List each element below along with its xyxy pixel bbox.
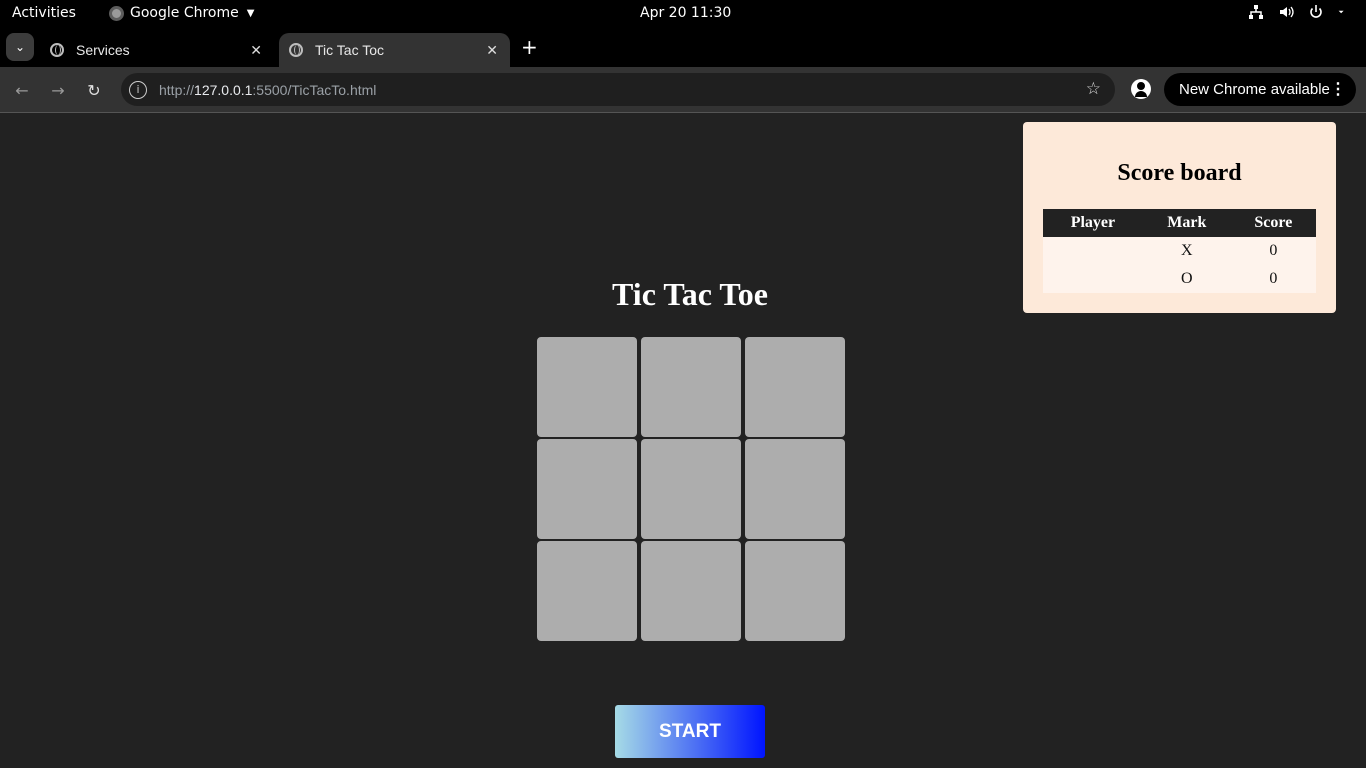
url-host: 127.0.0.1: [194, 81, 253, 98]
reload-button[interactable]: ↻: [83, 79, 105, 101]
player-score: 0: [1230, 265, 1316, 293]
scoreboard: Score board Player Mark Score X 0 O 0: [1023, 122, 1336, 313]
table-row: O 0: [1043, 265, 1316, 293]
board-cell[interactable]: [745, 337, 845, 437]
url-path: :5500/TicTacTo.html: [252, 81, 377, 98]
bookmark-star-icon[interactable]: ☆: [1086, 79, 1101, 99]
close-icon[interactable]: ✕: [486, 42, 498, 59]
board-cell[interactable]: [641, 337, 741, 437]
column-header-mark: Mark: [1142, 209, 1231, 237]
browser-toolbar: ← → ↻ i http://127.0.0.1:5500/TicTacTo.h…: [0, 67, 1366, 113]
power-icon: [1310, 5, 1322, 18]
globe-icon: [50, 43, 64, 57]
tab-title: Services: [76, 42, 130, 58]
game-board: [537, 337, 847, 643]
close-icon[interactable]: ✕: [250, 42, 262, 59]
back-button[interactable]: ←: [11, 79, 33, 101]
system-tray[interactable]: [1248, 4, 1348, 20]
tab-search-button[interactable]: ⌄: [6, 33, 34, 61]
globe-icon: [289, 43, 303, 57]
player-score: 0: [1230, 237, 1316, 265]
app-menu-label: Google Chrome: [130, 5, 239, 21]
player-mark: X: [1142, 237, 1231, 265]
board-cell[interactable]: [537, 337, 637, 437]
chevron-down-icon: [1338, 10, 1344, 14]
start-button[interactable]: START: [615, 705, 765, 758]
clock[interactable]: Apr 20 11:30: [640, 5, 731, 21]
chrome-icon: [109, 5, 124, 21]
url-scheme: http://: [159, 81, 195, 98]
board-cell[interactable]: [537, 541, 637, 641]
column-header-score: Score: [1230, 209, 1316, 237]
volume-icon: [1280, 6, 1294, 18]
player-name: [1043, 237, 1143, 265]
tab-tic-tac-toc[interactable]: Tic Tac Toc ✕: [279, 33, 510, 67]
app-menu[interactable]: Google Chrome ▼: [109, 5, 254, 21]
update-label: New Chrome available: [1179, 81, 1330, 98]
system-top-bar: Activities Google Chrome ▼ Apr 20 11:30: [0, 0, 1366, 27]
activities-button[interactable]: Activities: [12, 5, 76, 21]
more-menu-icon[interactable]: ⋮: [1330, 79, 1346, 99]
network-icon: [1249, 5, 1263, 19]
site-info-icon[interactable]: i: [129, 80, 147, 99]
board-cell[interactable]: [537, 439, 637, 539]
profile-avatar-icon[interactable]: [1131, 79, 1151, 99]
url-text[interactable]: http://127.0.0.1:5500/TicTacTo.html: [159, 82, 376, 98]
new-chrome-available-button[interactable]: New Chrome available ⋮: [1164, 73, 1356, 106]
score-table: Player Mark Score X 0 O 0: [1043, 209, 1316, 293]
tab-strip: ⌄ Services ✕ Tic Tac Toc ✕ +: [0, 27, 1366, 67]
chevron-down-icon: ⌄: [14, 40, 26, 54]
new-tab-button[interactable]: +: [521, 35, 538, 59]
score-table-header: Player Mark Score: [1043, 209, 1316, 237]
board-cell[interactable]: [745, 541, 845, 641]
column-header-player: Player: [1043, 209, 1143, 237]
tab-services[interactable]: Services ✕: [40, 33, 274, 67]
board-cell[interactable]: [641, 439, 741, 539]
scoreboard-title: Score board: [1117, 160, 1242, 186]
board-cell[interactable]: [745, 439, 845, 539]
tab-title: Tic Tac Toc: [315, 42, 384, 58]
board-cell[interactable]: [641, 541, 741, 641]
address-bar[interactable]: i http://127.0.0.1:5500/TicTacTo.html ☆: [121, 73, 1115, 106]
page-content: Tic Tac Toe START Score board Player Mar…: [0, 114, 1366, 768]
caret-down-icon: ▼: [246, 7, 255, 19]
player-name: [1043, 265, 1143, 293]
player-mark: O: [1142, 265, 1231, 293]
table-row: X 0: [1043, 237, 1316, 265]
forward-button[interactable]: →: [47, 79, 69, 101]
